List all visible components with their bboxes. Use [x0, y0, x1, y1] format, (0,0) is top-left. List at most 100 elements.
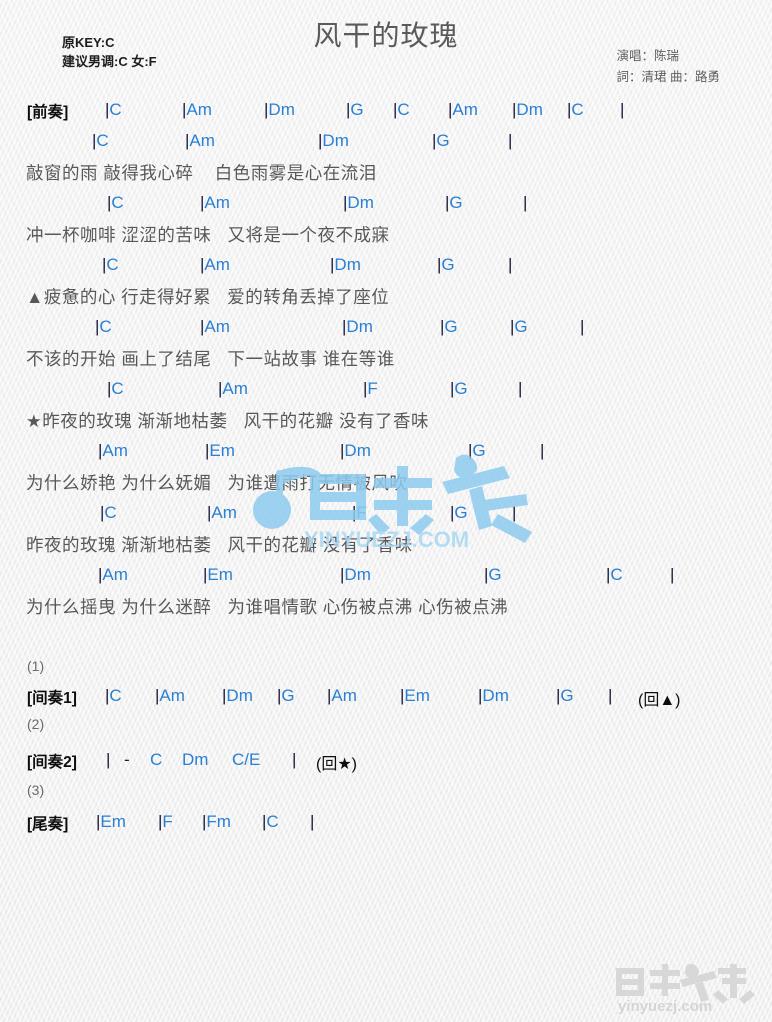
chord-name: Em — [209, 441, 235, 460]
chord-name: G — [454, 503, 468, 522]
chord-name: G — [444, 317, 458, 336]
number-tag-row: (3) — [0, 782, 772, 808]
lyric-text: 冲一杯咖啡 涩涩的苦味 又将是一个夜不成寐 — [26, 225, 390, 245]
chord-token: |Am — [185, 131, 215, 151]
chord-row: |Am |Em |Dm |G |C | — [0, 565, 772, 591]
lyric-row: 敲窗的雨 敲得我心碎 白色雨雾是心在流泪 — [0, 160, 772, 190]
section-label: [前奏] — [27, 104, 69, 121]
bar-separator: | — [518, 379, 523, 398]
chord-token: |Am — [200, 193, 230, 213]
chord-name: C — [104, 503, 117, 522]
lyric-text: ▲疲惫的心 行走得好累 爱的转角丢掉了座位 — [26, 287, 390, 307]
chord-token: | — [608, 686, 612, 706]
bar-separator: | — [523, 193, 528, 212]
chord-name: C — [106, 255, 119, 274]
chord-token: |C — [567, 100, 584, 120]
chord-token: |G — [450, 379, 468, 399]
chord-token: |Dm — [330, 255, 361, 275]
chord-name: G — [350, 100, 364, 119]
chord-token: | — [310, 812, 314, 832]
chord-token: |F — [158, 812, 173, 832]
chord-token: | — [620, 100, 624, 120]
chord-token: |Dm — [478, 686, 509, 706]
chord-token: |Am — [327, 686, 357, 706]
chord-name: Am — [452, 100, 478, 119]
chord-token: |G — [445, 193, 463, 213]
number-tag-row: (1) — [0, 658, 772, 684]
chord-token: |G — [437, 255, 455, 275]
bottom-watermark-url: yinyuezj.com — [618, 998, 712, 1014]
chord-name: Em — [404, 686, 430, 705]
chord-name: Fm — [206, 812, 231, 831]
chord-name: Em — [100, 812, 126, 831]
chord-token: |Dm — [340, 441, 371, 461]
bar-separator: | — [670, 565, 675, 584]
chord-name: Am — [204, 255, 230, 274]
lyric-row: 不该的开始 画上了结尾 下一站故事 谁在等谁 — [0, 346, 772, 376]
lyric-text: ★昨夜的玫瑰 渐渐地枯萎 风干的花瓣 没有了香味 — [26, 411, 429, 431]
chord-token: |Fm — [202, 812, 231, 832]
chord-name: Dm — [347, 193, 374, 212]
chord-name: F — [356, 503, 367, 522]
chord-name: Em — [207, 565, 233, 584]
chord-token: |Am — [182, 100, 212, 120]
bar-separator: | — [310, 812, 315, 831]
singer-label: 演唱：陈瑞 — [616, 49, 680, 63]
chord-token: |Am — [98, 565, 128, 585]
chord-name: C — [397, 100, 410, 119]
lyric-row: 为什么摇曳 为什么迷醉 为谁唱情歌 心伤被点沸 心伤被点沸 — [0, 594, 772, 624]
chord-name: Dm — [334, 255, 361, 274]
chord-name: F — [367, 379, 378, 398]
bar-separator: | — [512, 503, 517, 522]
chord-token: C/E — [232, 750, 261, 769]
chord-name: G — [488, 565, 502, 584]
chord-token: |G — [484, 565, 502, 585]
chord-name: Dm — [226, 686, 253, 705]
chord-token: |C — [262, 812, 279, 832]
chord-row: |C |Am |Dm |G | — [0, 255, 772, 281]
chord-token: Dm — [182, 750, 209, 769]
chord-row: |Am |Em |Dm |G | — [0, 441, 772, 467]
repeat-marker: (回▲) — [638, 692, 681, 709]
chord-token: |G — [510, 317, 528, 337]
chord-token: |Am — [448, 100, 478, 120]
bottom-watermark: yinyuezj.com — [612, 962, 760, 1014]
chord-row: |C |Am |Dm |G | — [0, 193, 772, 219]
chord-row: |C |Am |Dm |G |G | — [0, 317, 772, 343]
chord-name: C — [99, 317, 112, 336]
lyric-row: 冲一杯咖啡 涩涩的苦味 又将是一个夜不成寐 — [0, 222, 772, 252]
chord-name: C — [111, 193, 124, 212]
chord-row: [间奏2] | - C Dm C/E | (回★) — [0, 750, 772, 776]
chord-name: Am — [102, 565, 128, 584]
writer-label: 詞：清珺 曲：路勇 — [616, 70, 720, 84]
chord-name: G — [560, 686, 574, 705]
chord-row: [前奏] |C |Am |Dm |G |C |Am |Dm |C | — [0, 100, 772, 126]
chord-name: C — [610, 565, 623, 584]
chord-name: Dm — [516, 100, 543, 119]
chord-name: Am — [102, 441, 128, 460]
chord-token: |C — [107, 379, 124, 399]
chord-token: |C — [107, 193, 124, 213]
lyric-text: 为什么摇曳 为什么迷醉 为谁唱情歌 心伤被点沸 心伤被点沸 — [26, 597, 509, 617]
chord-name: Dm — [344, 441, 371, 460]
chord-token: |Am — [98, 441, 128, 461]
chord-token: |F — [352, 503, 367, 523]
chord-name: Dm — [346, 317, 373, 336]
chord-name: C — [96, 131, 109, 150]
chord-token: | — [106, 750, 110, 770]
key-info: 原KEY:C 建议男调:C 女:F — [62, 33, 157, 71]
chord-row: [尾奏] |Em |F |Fm |C | — [0, 812, 772, 838]
chord-token: |C — [393, 100, 410, 120]
chord-token: | — [523, 193, 527, 213]
chord-name: C — [109, 686, 122, 705]
lyric-row: 为什么娇艳 为什么妩媚 为谁遭雨打无情被风吹 — [0, 470, 772, 500]
chord-name: Am — [204, 193, 230, 212]
chord-row: |C |Am |F |G | — [0, 379, 772, 405]
lyric-text: 昨夜的玫瑰 渐渐地枯萎 风干的花瓣 没有了香味 — [26, 535, 413, 555]
chord-token: |Dm — [264, 100, 295, 120]
chord-token: |G — [440, 317, 458, 337]
chord-token: - — [124, 750, 130, 769]
chord-token: |G — [468, 441, 486, 461]
chord-name: G — [514, 317, 528, 336]
chord-token: |Dm — [512, 100, 543, 120]
